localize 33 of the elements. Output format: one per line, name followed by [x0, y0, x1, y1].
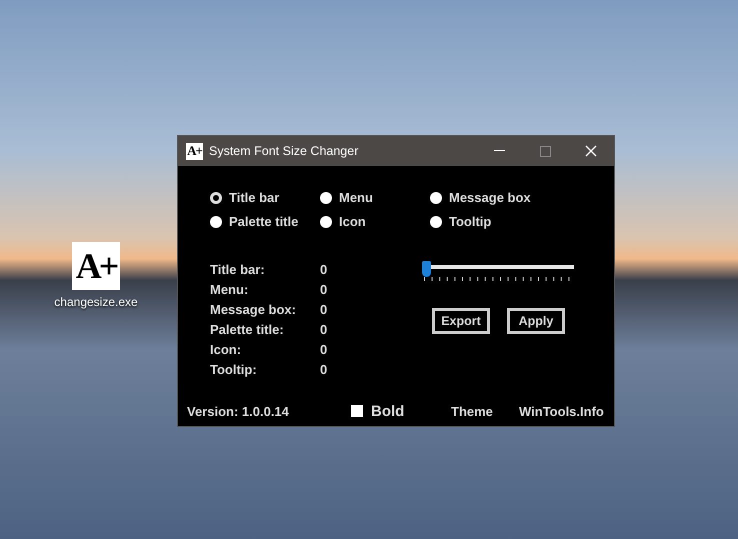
bold-checkbox[interactable]: Bold — [351, 402, 451, 420]
radio-option[interactable]: Title bar — [210, 190, 320, 205]
size-label: Palette title: — [210, 321, 285, 338]
minimize-icon — [494, 150, 504, 152]
radio-option[interactable]: Menu — [320, 190, 430, 205]
theme-link[interactable]: Theme — [451, 404, 519, 418]
action-button[interactable]: Apply — [507, 308, 565, 334]
radio-option[interactable]: Message box — [430, 190, 580, 205]
radio-option[interactable]: Tooltip — [430, 214, 580, 229]
size-value: 0 — [320, 301, 328, 318]
size-value: 0 — [320, 341, 328, 358]
size-label: Message box: — [210, 301, 297, 318]
size-label: Tooltip: — [210, 361, 258, 378]
radio-option[interactable]: Icon — [320, 214, 430, 229]
slider-thumb[interactable] — [422, 261, 431, 277]
action-button[interactable]: Export — [432, 308, 490, 334]
radio-option[interactable]: Palette title — [210, 214, 320, 229]
window-title: System Font Size Changer — [209, 144, 360, 158]
app-logo[interactable]: A+ — [72, 242, 120, 290]
close-icon — [585, 145, 597, 157]
desktop-icon-label[interactable]: changesize.exe — [54, 295, 138, 309]
size-value: 0 — [320, 281, 328, 298]
size-label: Menu: — [210, 281, 250, 298]
size-slider[interactable] — [422, 261, 574, 275]
size-value: 0 — [320, 361, 328, 378]
website-link[interactable]: WinTools.Info — [519, 404, 604, 418]
maximize-icon — [540, 146, 550, 156]
window-logo: A+ — [186, 142, 203, 160]
size-label: Title bar: — [210, 261, 266, 278]
size-value: 0 — [320, 321, 328, 338]
version-text: Version: 1.0.0.14 — [187, 404, 290, 418]
size-value: 0 — [320, 261, 328, 278]
size-label: Icon: — [210, 341, 242, 358]
